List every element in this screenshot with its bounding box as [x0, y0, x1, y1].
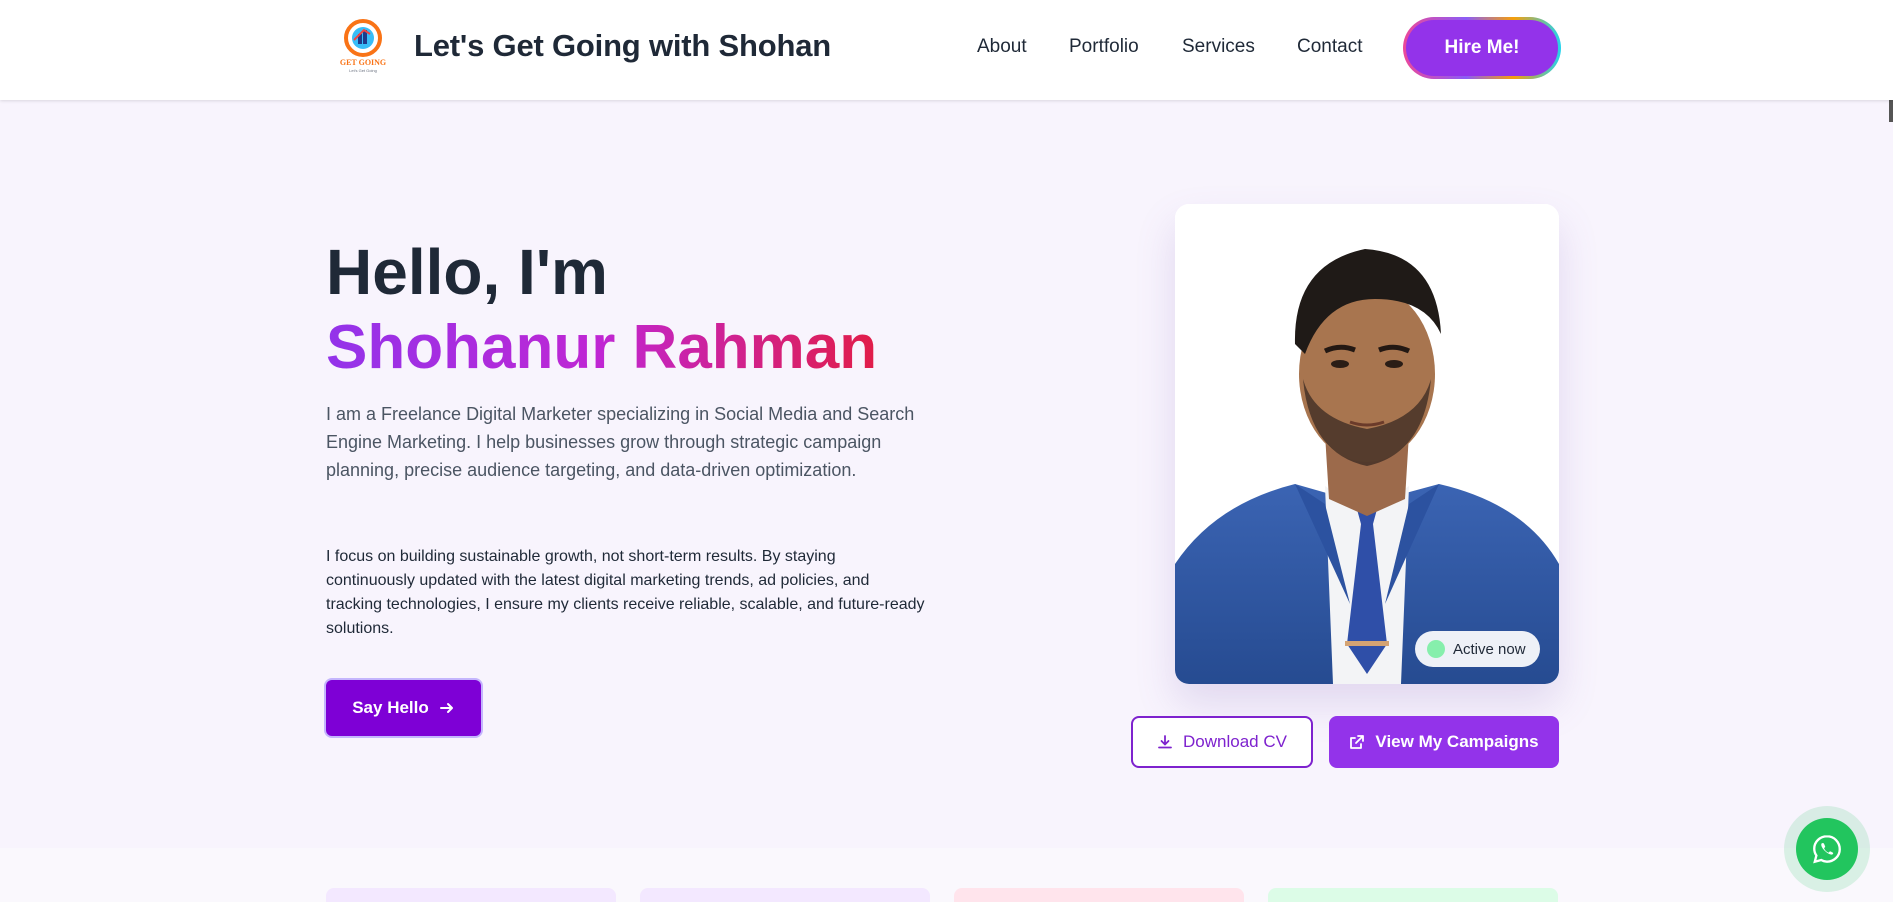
hire-me-label: Hire Me!: [1406, 20, 1558, 76]
status-dot: [1427, 640, 1445, 658]
download-cv-button[interactable]: Download CV: [1131, 716, 1313, 768]
say-hello-label: Say Hello: [352, 698, 429, 717]
view-campaigns-button[interactable]: View My Campaigns: [1329, 716, 1559, 768]
view-campaigns-label: View My Campaigns: [1375, 732, 1539, 751]
nav-portfolio[interactable]: Portfolio: [1069, 36, 1139, 58]
hire-me-button[interactable]: Hire Me!: [1403, 17, 1561, 79]
focus-text: I focus on building sustainable growth, …: [326, 548, 925, 637]
name-heading: Shohanur Rahman: [326, 313, 878, 382]
site-header: GET GOING Let's Get Going Let's Get Goin…: [0, 0, 1893, 100]
whatsapp-button[interactable]: [1796, 818, 1858, 880]
download-cv-label: Download CV: [1183, 732, 1287, 751]
nav-about[interactable]: About: [977, 36, 1027, 58]
download-icon: [1158, 735, 1172, 749]
svg-text:GET GOING: GET GOING: [340, 58, 386, 67]
active-status-badge: Active now: [1415, 631, 1540, 667]
brand-title[interactable]: Let's Get Going with Shohan: [414, 28, 831, 64]
svg-text:Let's Get Going: Let's Get Going: [349, 68, 377, 73]
stat-card: [640, 888, 930, 902]
logo[interactable]: GET GOING Let's Get Going: [336, 16, 390, 74]
stat-card: [1268, 888, 1558, 902]
stat-card: [954, 888, 1244, 902]
greeting-heading: Hello, I'm: [326, 236, 608, 308]
stat-card: [326, 888, 616, 902]
profile-photo: [1175, 204, 1559, 684]
nav-services[interactable]: Services: [1182, 36, 1255, 58]
external-link-icon: [1350, 735, 1365, 749]
arrow-right-icon: [439, 703, 453, 713]
active-status-label: Active now: [1453, 640, 1526, 658]
whatsapp-icon: [1813, 835, 1841, 864]
say-hello-button[interactable]: Say Hello: [326, 680, 481, 736]
nav-contact[interactable]: Contact: [1297, 36, 1362, 58]
stats-section: [0, 848, 1893, 902]
intro-text: I am a Freelance Digital Marketer specia…: [326, 404, 915, 480]
